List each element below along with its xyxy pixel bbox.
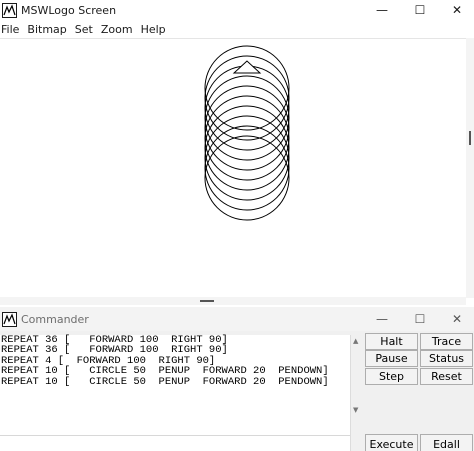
menu-zoom[interactable]: Zoom [97, 23, 137, 36]
horizontal-scrollbar[interactable] [0, 297, 466, 305]
menu-bar: File Bitmap Set Zoom Help [0, 21, 474, 38]
step-button[interactable]: Step [365, 368, 418, 385]
menu-file[interactable]: File [0, 23, 23, 36]
vertical-scrollbar[interactable] [466, 38, 474, 298]
logo-screen-window: MSWLogo Screen — ☐ ✕ File Bitmap Set Zoo… [0, 0, 474, 305]
reset-button[interactable]: Reset [420, 368, 473, 385]
edall-button[interactable]: Edall [420, 434, 473, 451]
commander-window: Commander — ☐ ✕ REPEAT 36 [ FORWARD 100 … [0, 307, 474, 451]
command-history-list[interactable]: REPEAT 36 [ FORWARD 100 RIGHT 90] REPEAT… [0, 335, 350, 451]
menu-help[interactable]: Help [137, 23, 170, 36]
command-input[interactable] [0, 435, 350, 451]
commander-minimize-button[interactable]: — [362, 309, 402, 329]
history-scrollbar[interactable]: ▲ ▼ [350, 335, 362, 451]
halt-button[interactable]: Halt [365, 333, 418, 350]
vertical-scroll-thumb[interactable] [469, 131, 471, 145]
window-title: MSWLogo Screen [21, 3, 117, 17]
scroll-down-arrow-icon[interactable]: ▼ [353, 406, 358, 414]
commander-maximize-button[interactable]: ☐ [400, 309, 440, 329]
maximize-button[interactable]: ☐ [400, 0, 440, 20]
mswlogo-app-icon [2, 311, 17, 327]
menu-bitmap[interactable]: Bitmap [23, 23, 70, 36]
status-button[interactable]: Status [420, 350, 473, 367]
trace-button[interactable]: Trace [420, 333, 473, 350]
turtle-drawing [204, 45, 290, 221]
menu-set[interactable]: Set [71, 23, 97, 36]
minimize-button[interactable]: — [362, 0, 402, 20]
commander-title: Commander [21, 312, 89, 326]
drawing-canvas[interactable] [0, 38, 466, 298]
mswlogo-app-icon [2, 2, 17, 18]
history-line[interactable]: REPEAT 10 [ CIRCLE 50 PENUP FORWARD 20 P… [1, 376, 350, 387]
scroll-up-arrow-icon[interactable]: ▲ [353, 337, 358, 345]
history-line[interactable]: REPEAT 10 [ CIRCLE 50 PENUP FORWARD 20 P… [1, 366, 350, 377]
pause-button[interactable]: Pause [365, 350, 418, 367]
horizontal-scroll-thumb[interactable] [200, 300, 214, 302]
commander-close-button[interactable]: ✕ [437, 309, 474, 329]
execute-button[interactable]: Execute [365, 434, 418, 451]
close-button[interactable]: ✕ [437, 0, 474, 20]
